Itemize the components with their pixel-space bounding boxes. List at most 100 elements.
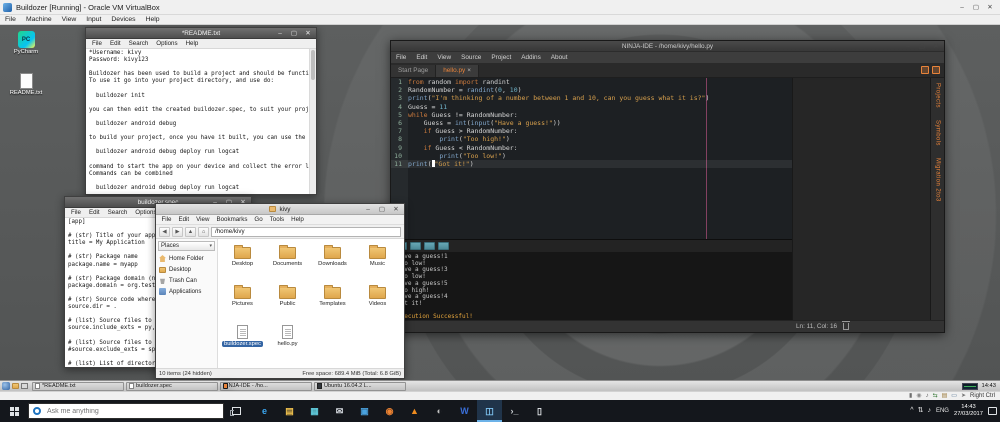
ninja-menu-edit[interactable]: Edit bbox=[411, 54, 432, 61]
file-item-public[interactable]: Public bbox=[265, 282, 310, 322]
place-desktop[interactable]: Desktop bbox=[156, 264, 217, 275]
code-line[interactable]: 7 if Guess > RandomNumber: bbox=[391, 127, 792, 135]
tab-hello-py[interactable]: hello.py× bbox=[436, 65, 479, 77]
maximize-button[interactable]: ▢ bbox=[375, 204, 389, 215]
virtualbox-titlebar[interactable]: Buildozer [Running] - Oracle VM VirtualB… bbox=[0, 0, 1000, 15]
maximize-button[interactable]: ▢ bbox=[287, 28, 301, 39]
code-line[interactable]: 1from random import randint bbox=[391, 78, 792, 86]
vm-window-button-readme-txt[interactable]: *README.txt bbox=[32, 382, 124, 391]
ninja-menu-about[interactable]: About bbox=[546, 54, 573, 61]
fm-menu-view[interactable]: View bbox=[193, 216, 213, 223]
file-item-pictures[interactable]: Pictures bbox=[220, 282, 265, 322]
ninja-menu-project[interactable]: Project bbox=[486, 54, 516, 61]
code-line[interactable]: 9 if Guess < RandomNumber: bbox=[391, 144, 792, 152]
readme-menu-search[interactable]: Search bbox=[125, 40, 153, 47]
back-icon[interactable]: ◀ bbox=[159, 227, 170, 237]
readme-menu-edit[interactable]: Edit bbox=[106, 40, 125, 47]
close-button[interactable]: ✕ bbox=[983, 2, 997, 13]
readme-menu-file[interactable]: File bbox=[88, 40, 106, 47]
home-icon[interactable]: ⌂ bbox=[198, 227, 209, 237]
taskbar-word-icon[interactable]: W bbox=[452, 400, 477, 422]
ninja-menu-file[interactable]: File bbox=[391, 54, 411, 61]
readme-scrollbar-thumb[interactable] bbox=[311, 50, 315, 80]
vbox-menu-view[interactable]: View bbox=[57, 16, 82, 23]
file-item-templates[interactable]: Templates bbox=[310, 282, 355, 322]
taskbar-search[interactable] bbox=[28, 403, 224, 419]
search-input[interactable] bbox=[45, 407, 219, 416]
side-tab-symbols[interactable]: Symbols bbox=[935, 120, 941, 146]
find-in-files-icon[interactable] bbox=[438, 242, 449, 250]
taskbar-vlc-icon[interactable]: ▲ bbox=[402, 400, 427, 422]
forward-icon[interactable]: ▶ bbox=[172, 227, 183, 237]
vm-window-button-buildozer-spec[interactable]: buildozer.spec bbox=[126, 382, 218, 391]
fm-menu-edit[interactable]: Edit bbox=[175, 216, 193, 223]
network-icon[interactable]: ⇅ bbox=[918, 407, 924, 415]
spec-menu-file[interactable]: File bbox=[67, 209, 85, 216]
ninja-menu-addins[interactable]: Addins bbox=[516, 54, 546, 61]
taskbar-photos-icon[interactable]: ▣ bbox=[352, 400, 377, 422]
vbox-menu-help[interactable]: Help bbox=[141, 16, 165, 23]
code-line[interactable]: 11print("Got it!") bbox=[391, 160, 792, 168]
taskbar-edge-icon[interactable]: e bbox=[252, 400, 277, 422]
code-line[interactable]: 6 Guess = int(input("Have a guess!")) bbox=[391, 119, 792, 127]
maximize-button[interactable]: ▢ bbox=[969, 2, 983, 13]
fm-menu-bookmarks[interactable]: Bookmarks bbox=[213, 216, 251, 223]
file-item-music[interactable]: Music bbox=[355, 242, 400, 282]
close-button[interactable]: ✕ bbox=[929, 41, 943, 52]
up-icon[interactable]: ▲ bbox=[185, 227, 196, 237]
place-applications[interactable]: Applications bbox=[156, 286, 217, 297]
fm-menu-tools[interactable]: Tools bbox=[266, 216, 287, 223]
minimize-button[interactable]: – bbox=[361, 204, 375, 215]
vbox-menu-devices[interactable]: Devices bbox=[106, 16, 140, 23]
vm-show-desktop-icon[interactable] bbox=[21, 383, 28, 389]
place-trash-can[interactable]: Trash Can bbox=[156, 275, 217, 286]
volume-icon[interactable]: ♪ bbox=[927, 407, 931, 415]
code-line[interactable]: 3print("I'm thinking of a number between… bbox=[391, 94, 792, 102]
close-button[interactable]: ✕ bbox=[389, 204, 403, 215]
code-line[interactable]: 4Guess = 11 bbox=[391, 103, 792, 111]
taskbar-store-icon[interactable]: ▦ bbox=[302, 400, 327, 422]
split-tabs-icon[interactable] bbox=[921, 66, 929, 74]
code-editor[interactable]: 1from random import randint2RandomNumber… bbox=[391, 78, 792, 239]
desktop-icon-readme-txt[interactable]: README.txt bbox=[2, 73, 50, 97]
code-line[interactable]: 8 print("Too high!") bbox=[391, 135, 792, 143]
file-manager-titlebar[interactable]: kivy –▢✕ bbox=[156, 204, 404, 215]
fm-menu-file[interactable]: File bbox=[158, 216, 175, 223]
task-view-button[interactable] bbox=[224, 400, 248, 422]
vm-window-button-ninja-ide-ho[interactable]: NINJA-IDE - /ho... bbox=[220, 382, 312, 391]
code-line[interactable]: 2RandomNumber = randint(0, 10) bbox=[391, 86, 792, 94]
file-item-desktop[interactable]: Desktop bbox=[220, 242, 265, 282]
trash-icon[interactable] bbox=[843, 323, 849, 330]
file-item-videos[interactable]: Videos bbox=[355, 282, 400, 322]
maximize-button[interactable]: ▢ bbox=[915, 41, 929, 52]
places-combo[interactable]: Places ▾ bbox=[158, 241, 215, 251]
spec-menu-search[interactable]: Search bbox=[104, 209, 132, 216]
taskbar-notepad-icon[interactable]: ▯ bbox=[527, 400, 552, 422]
cpu-monitor-icon[interactable] bbox=[962, 383, 978, 390]
vm-start-menu-icon[interactable] bbox=[2, 382, 10, 390]
taskbar-firefox-icon[interactable]: ◉ bbox=[377, 400, 402, 422]
readme-scrollbar[interactable] bbox=[309, 49, 316, 194]
minimize-button[interactable]: – bbox=[273, 28, 287, 39]
action-center-icon[interactable] bbox=[988, 407, 997, 415]
code-line[interactable]: 5while Guess != RandomNumber: bbox=[391, 111, 792, 119]
close-button[interactable]: ✕ bbox=[301, 28, 315, 39]
ninja-menu-source[interactable]: Source bbox=[456, 54, 486, 61]
language-indicator[interactable]: ENG bbox=[936, 408, 949, 414]
taskbar-virtualbox-icon[interactable]: ◫ bbox=[477, 400, 502, 422]
taskbar-mail-icon[interactable]: ✉ bbox=[327, 400, 352, 422]
readme-menu-options[interactable]: Options bbox=[152, 40, 181, 47]
file-item-downloads[interactable]: Downloads bbox=[310, 242, 355, 282]
taskbar-file-explorer-icon[interactable]: ▤ bbox=[277, 400, 302, 422]
code-line[interactable]: 10 print("Too low!") bbox=[391, 152, 792, 160]
follow-mode-icon[interactable] bbox=[932, 66, 940, 74]
chevron-up-icon[interactable]: ^ bbox=[910, 407, 913, 415]
tab-start-page[interactable]: Start Page bbox=[391, 65, 436, 77]
ninja-titlebar[interactable]: NINJA-IDE - /home/kivy/hello.py –▢✕ bbox=[391, 41, 944, 52]
fm-menu-help[interactable]: Help bbox=[288, 216, 308, 223]
vbox-menu-machine[interactable]: Machine bbox=[21, 16, 57, 23]
place-home-folder[interactable]: Home Folder bbox=[156, 253, 217, 264]
web-preview-icon[interactable] bbox=[424, 242, 435, 250]
start-button[interactable] bbox=[0, 400, 28, 422]
vbox-menu-input[interactable]: Input bbox=[81, 16, 106, 23]
